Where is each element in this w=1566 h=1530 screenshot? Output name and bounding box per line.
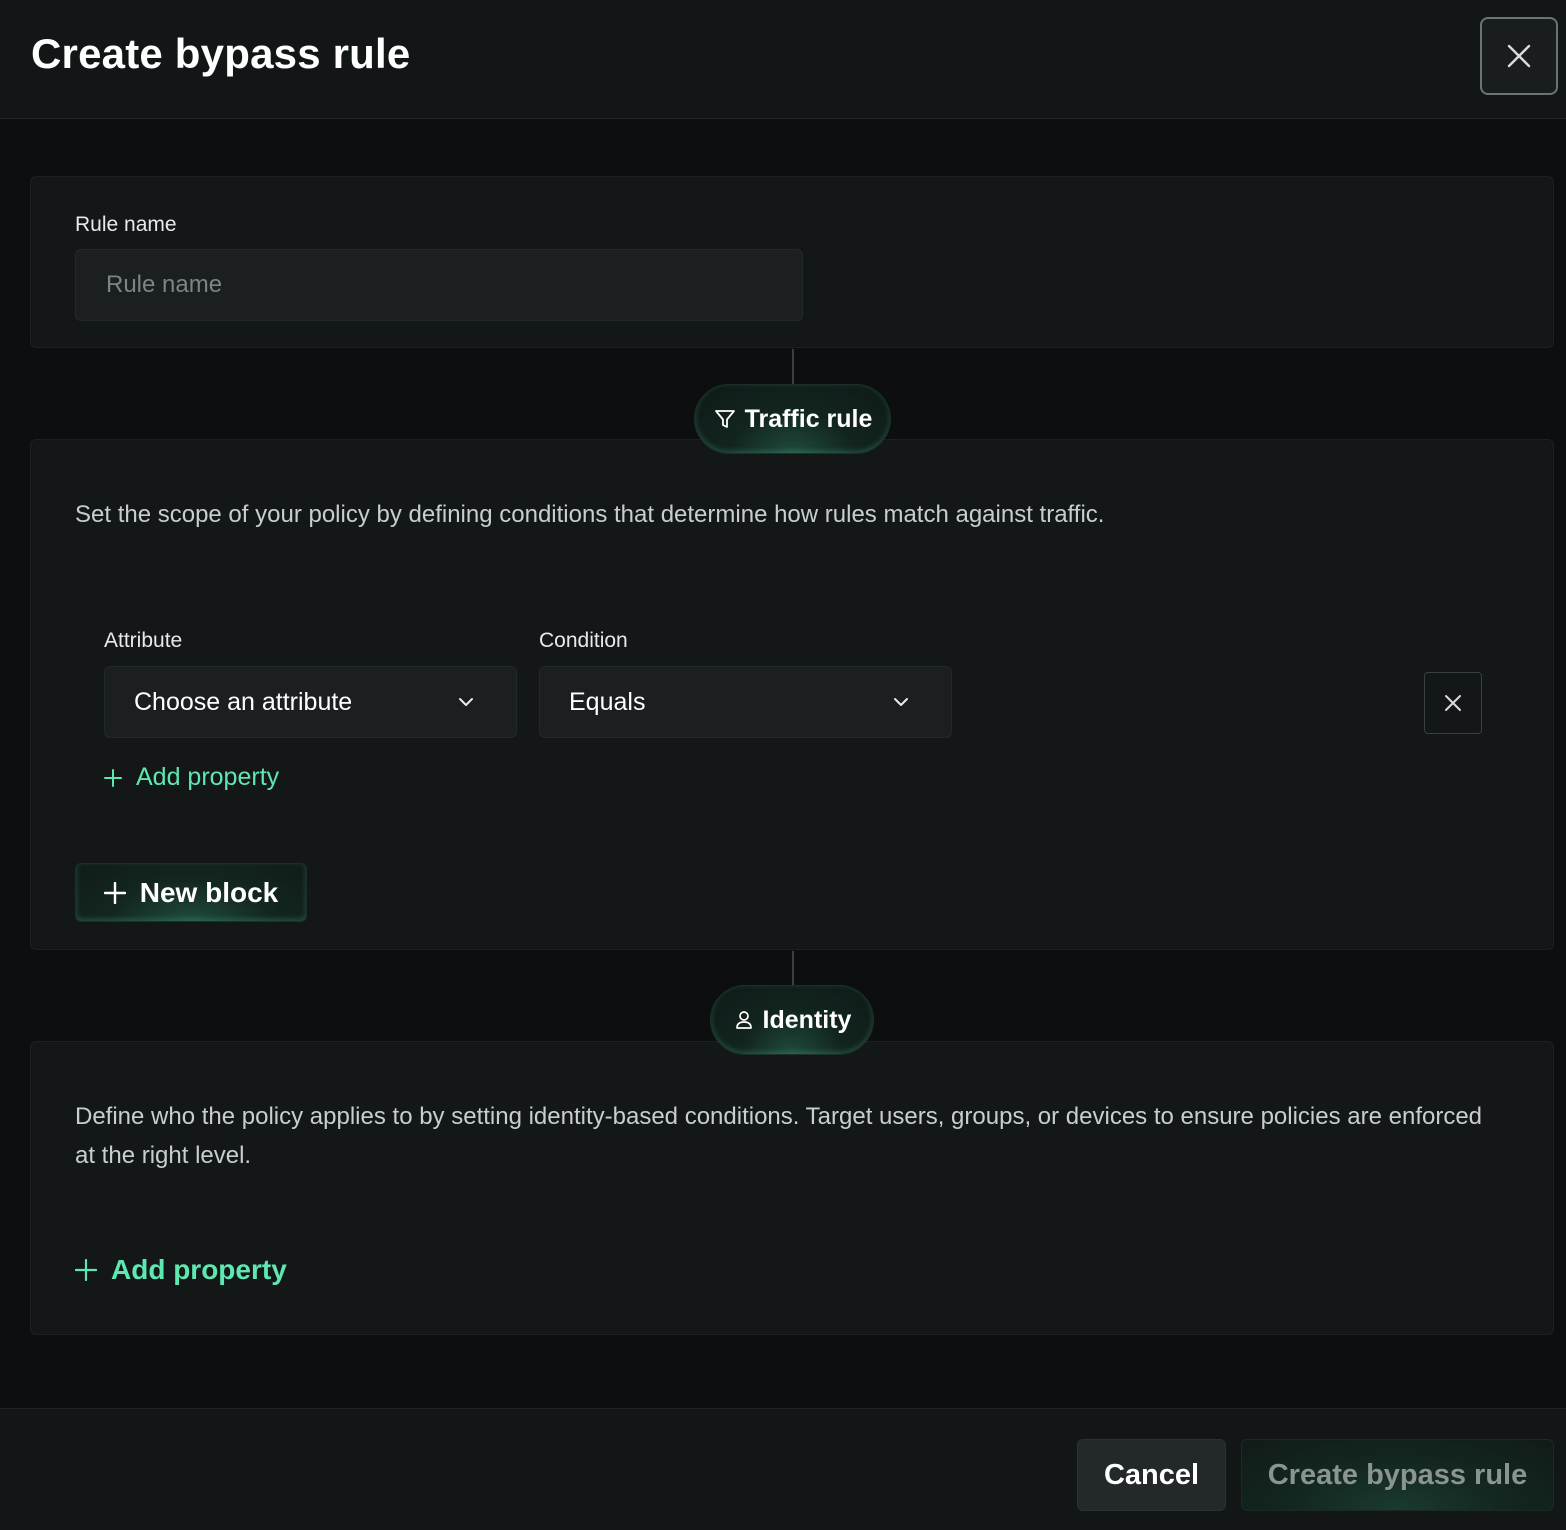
new-block-button[interactable]: New block [75,863,307,922]
add-property-button[interactable]: Add property [104,763,279,792]
plus-icon [104,768,122,787]
modal-header: Create bypass rule [0,0,1566,119]
attribute-select-value: Choose an attribute [134,687,353,716]
identity-add-property-button[interactable]: Add property [75,1254,287,1286]
filter-icon [713,407,737,431]
chevron-down-icon [458,697,474,707]
plus-icon [75,1259,97,1281]
page-title: Create bypass rule [31,30,411,77]
create-bypass-rule-button[interactable]: Create bypass rule [1241,1439,1554,1511]
identity-panel: Define who the policy applies to by sett… [30,1041,1554,1335]
traffic-rule-panel: Set the scope of your policy by defining… [30,439,1554,950]
add-property-label: Add property [111,1254,287,1285]
create-bypass-rule-modal: Create bypass rule Rule name Set the sco… [0,0,1566,1530]
close-icon [1506,43,1532,69]
attribute-label: Attribute [104,629,183,652]
identity-description: Define who the policy applies to by sett… [75,1103,1483,1169]
condition-label: Condition [539,629,628,652]
identity-label: Identity [762,1005,852,1034]
close-icon [1443,693,1463,713]
identity-badge: Identity [710,985,874,1055]
traffic-description: Set the scope of your policy by defining… [75,501,1105,528]
add-property-label: Add property [136,763,280,791]
rule-name-input[interactable] [75,249,803,321]
rule-name-panel: Rule name [30,176,1554,348]
plus-icon [103,881,126,904]
condition-select[interactable]: Equals [539,666,952,738]
close-button[interactable] [1480,17,1558,95]
attribute-select[interactable]: Choose an attribute [104,666,517,738]
traffic-rule-label: Traffic rule [744,404,873,433]
condition-select-value: Equals [569,687,646,716]
connector-line [792,349,794,384]
new-block-label: New block [139,876,279,908]
user-icon [733,1009,755,1031]
modal-footer: Cancel Create bypass rule [0,1408,1566,1530]
connector-line [792,951,794,985]
chevron-down-icon [893,697,909,707]
cancel-button[interactable]: Cancel [1077,1439,1226,1511]
traffic-rule-badge: Traffic rule [694,384,891,454]
rule-name-label: Rule name [75,213,177,236]
remove-condition-button[interactable] [1424,672,1482,734]
